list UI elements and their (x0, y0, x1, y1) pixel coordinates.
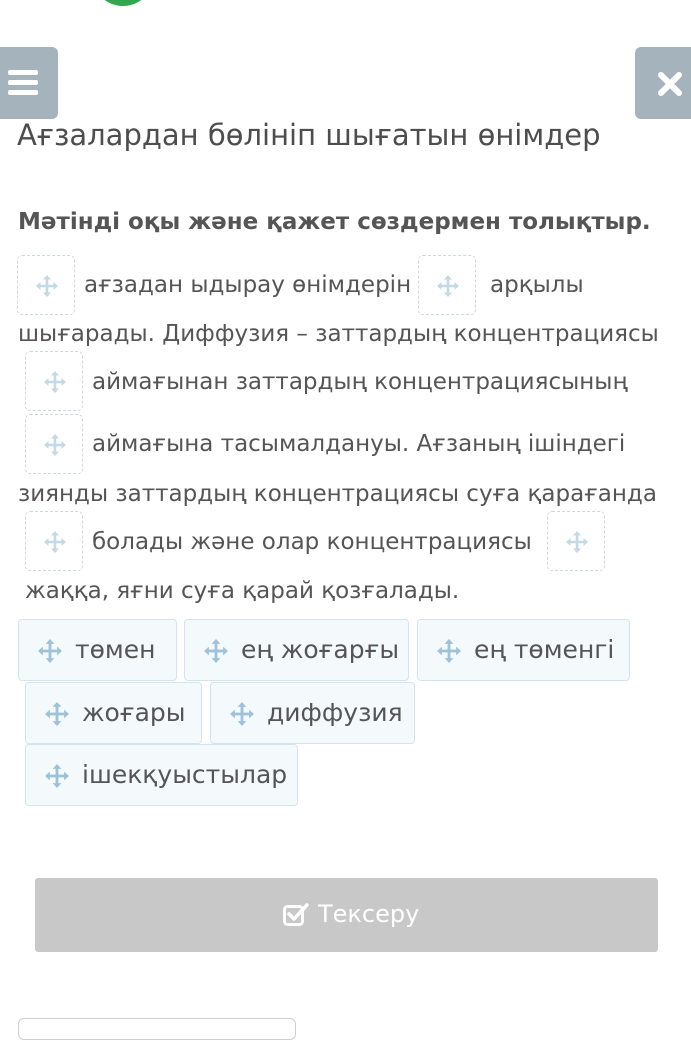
passage-text-5: аймағына тасымалдануы. Ағзаның ішіндегі (92, 431, 626, 457)
option-label: ең төменгі (474, 635, 615, 664)
bottom-navigation-box[interactable] (18, 1018, 296, 1040)
drop-zone-3[interactable] (25, 351, 83, 411)
move-arrows-icon (45, 702, 69, 726)
close-x-icon (658, 72, 682, 96)
drop-zone-4[interactable] (25, 414, 83, 474)
option-chip[interactable]: диффузия (210, 682, 415, 744)
passage-text-4: аймағынан заттардың концентрациясының (92, 369, 628, 395)
passage-text-8: жаққа, яғни суға қарай қозғалады. (25, 578, 460, 604)
drop-zone-2[interactable] (418, 255, 476, 315)
option-label: ең жоғарғы (241, 635, 400, 664)
move-arrows-icon (204, 639, 228, 663)
option-chip[interactable]: жоғары (25, 682, 202, 744)
option-label: жоғары (82, 698, 186, 727)
move-arrows-icon (437, 275, 459, 297)
check-button[interactable]: Тексеру (35, 878, 658, 952)
move-arrows-icon (44, 371, 66, 393)
task-instruction: Мәтінді оқы және қажет сөздермен толықты… (18, 209, 651, 235)
option-chip[interactable]: ең жоғарғы (184, 619, 409, 681)
drop-zone-1[interactable] (17, 255, 75, 315)
passage-text-6: зиянды заттардың концентрациясы суға қар… (18, 481, 657, 507)
passage-text-2: арқылы (490, 272, 584, 298)
drop-zone-5[interactable] (25, 511, 83, 571)
option-label: диффузия (267, 698, 403, 727)
menu-button[interactable] (0, 47, 58, 119)
checkbox-check-icon (283, 903, 309, 926)
app-logo (92, 0, 154, 6)
drop-zone-6[interactable] (547, 511, 605, 571)
option-chip[interactable]: ең төменгі (417, 619, 630, 681)
option-chip[interactable]: ішекқуыстылар (25, 744, 298, 806)
move-arrows-icon (230, 702, 254, 726)
option-chip[interactable]: төмен (18, 619, 177, 681)
move-arrows-icon (38, 639, 62, 663)
passage-text-3: шығарады. Диффузия – заттардың концентра… (18, 321, 659, 347)
check-button-label: Тексеру (318, 900, 420, 928)
move-arrows-icon (44, 531, 66, 553)
move-arrows-icon (45, 764, 69, 788)
page-title: Ағзалардан бөлініп шығатын өнімдер (17, 118, 601, 152)
option-label: төмен (75, 635, 156, 664)
move-arrows-icon (437, 639, 461, 663)
move-arrows-icon (36, 275, 58, 297)
passage-text-1: ағзадан ыдырау өнімдерін (84, 272, 412, 298)
close-button[interactable] (635, 47, 691, 119)
move-arrows-icon (44, 434, 66, 456)
option-label: ішекқуыстылар (82, 760, 288, 789)
passage-text-7: болады және олар концентрациясы (92, 529, 532, 555)
move-arrows-icon (566, 531, 588, 553)
